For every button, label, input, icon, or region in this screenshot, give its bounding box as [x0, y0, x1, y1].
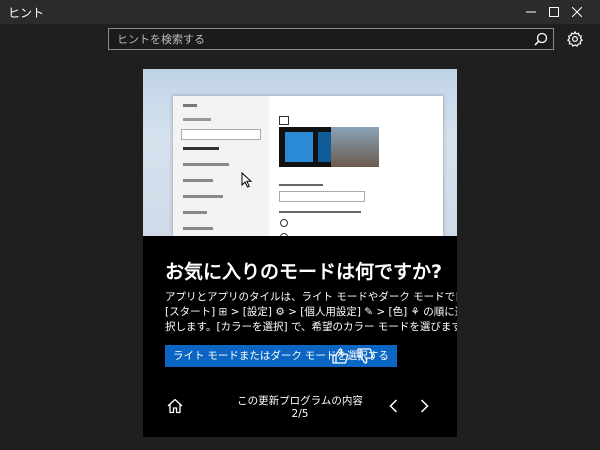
thumbs-down-icon[interactable]	[355, 346, 375, 366]
window-title: ヒント	[8, 6, 45, 20]
thumbs-up-icon[interactable]	[330, 346, 350, 366]
gear-icon[interactable]	[566, 30, 584, 48]
settings-window-illustration	[173, 96, 443, 236]
search-box	[108, 28, 554, 50]
tip-heading: お気に入りのモードは何ですか?	[165, 261, 443, 283]
close-icon	[572, 7, 582, 17]
illustration-sidebar	[173, 96, 269, 236]
tip-body-line: アプリとアプリのタイルは、ライト モードやダーク モードで目立たせます。	[165, 291, 457, 303]
tip-body: アプリとアプリのタイルは、ライト モードやダーク モードで目立たせます。 [スタ…	[165, 290, 457, 335]
page-indicator: 2/5	[291, 408, 309, 420]
close-button[interactable]	[554, 0, 600, 24]
footer-title: この更新プログラムの内容	[237, 395, 363, 407]
chevron-right-icon[interactable]	[415, 397, 433, 415]
search-icon[interactable]	[533, 31, 549, 47]
title-bar: ヒント	[0, 0, 600, 24]
tip-body-line: [スタート] ⊞ > [設定] ⚙ > [個人用設定] ✎ > [色] ⚘ の順…	[165, 306, 457, 318]
tip-body-line: 択します。[カラーを選択] で、希望のカラー モードを選びます。	[165, 321, 457, 333]
cursor-icon	[241, 172, 253, 188]
search-input[interactable]	[109, 29, 535, 49]
tip-illustration	[143, 69, 457, 236]
tip-card: お気に入りのモードは何ですか? アプリとアプリのタイルは、ライト モードやダーク…	[143, 69, 457, 437]
chevron-left-icon[interactable]	[385, 397, 403, 415]
